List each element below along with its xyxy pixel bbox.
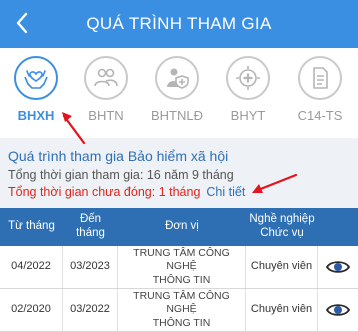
column-header-unit: Đơn vị	[165, 220, 199, 233]
view-detail-button[interactable]	[318, 289, 358, 331]
tab-bhxh[interactable]: BHXH	[6, 56, 66, 132]
back-button[interactable]	[8, 8, 36, 38]
cell-position: Chuyên viên	[246, 289, 318, 331]
tab-label: C14-TS	[297, 108, 343, 123]
participation-summary: Quá trình tham gia Bảo hiểm xã hội Tổng …	[0, 138, 358, 208]
chevron-left-icon	[16, 12, 28, 34]
cell-unit-line1: TRUNG TÂM CÔNG NGHỆ	[133, 290, 230, 316]
detail-link[interactable]: Chi tiết	[206, 185, 245, 199]
column-header-job: Nghề nghiệp Chức vụ	[246, 208, 318, 246]
total-participation-time: Tổng thời gian tham gia: 16 năm 9 tháng	[8, 168, 234, 182]
cell-unit-line1: TRUNG TÂM CÔNG NGHỆ	[133, 247, 230, 273]
eye-icon	[326, 304, 350, 316]
cell-to-month: 03/2022	[63, 289, 118, 331]
view-detail-button[interactable]	[318, 246, 358, 288]
cell-to-month: 03/2023	[63, 246, 118, 288]
column-header-job-line1: Nghề nghiệp	[249, 213, 315, 226]
cell-from-month: 02/2020	[0, 289, 63, 331]
app-header: QUÁ TRÌNH THAM GIA	[0, 0, 358, 48]
summary-title: Quá trình tham gia Bảo hiểm xã hội	[8, 148, 229, 164]
cell-unit: TRUNG TÂM CÔNG NGHỆ THÔNG TIN	[118, 246, 246, 288]
cell-position: Chuyên viên	[246, 246, 318, 288]
column-header-to-month: Đến tháng	[63, 208, 118, 246]
medical-cross-icon	[236, 66, 260, 90]
hands-heart-icon	[24, 70, 48, 89]
total-unpaid-row: Tổng thời gian chưa đóng: 1 tháng Chi tiế…	[8, 185, 350, 199]
tab-bhtnld[interactable]: BHTNLĐ	[147, 56, 207, 132]
tab-icon-circle	[14, 56, 58, 100]
tab-icon-circle	[155, 56, 199, 100]
table-header: Từ tháng Đến tháng Đơn vị Nghề nghiệp Ch…	[0, 208, 358, 246]
tab-icon-circle	[84, 56, 128, 100]
tab-label: BHTNLĐ	[150, 108, 203, 123]
cell-unit-line2: THÔNG TIN	[152, 316, 211, 329]
tab-bhyt[interactable]: BHYT	[218, 56, 278, 132]
worker-shield-icon	[167, 68, 189, 89]
tab-icon-circle	[226, 56, 270, 100]
eye-icon	[326, 261, 350, 273]
column-header-view	[318, 208, 358, 246]
insurance-type-tabs: BHXH BHTN BHTNLĐ BHYT C14-TS	[0, 50, 358, 134]
people-icon	[94, 68, 118, 87]
cell-unit: TRUNG TÂM CÔNG NGHỆ THÔNG TIN	[118, 289, 246, 331]
column-header-job-line2: Chức vụ	[260, 227, 304, 239]
column-header-to-month-line2: tháng	[76, 227, 105, 239]
column-header-to-month-line1: Đến	[79, 213, 102, 226]
cell-from-month: 04/2022	[0, 246, 63, 288]
tab-label: BHTN	[88, 108, 124, 123]
table-row[interactable]: 02/2020 03/2022 TRUNG TÂM CÔNG NGHỆ THÔN…	[0, 289, 358, 332]
page-title: QUÁ TRÌNH THAM GIA	[86, 14, 272, 33]
cell-unit-line2: THÔNG TIN	[152, 273, 211, 286]
document-icon	[313, 67, 328, 89]
tab-label: BHXH	[17, 108, 55, 123]
total-unpaid-time: Tổng thời gian chưa đóng: 1 tháng	[8, 185, 201, 199]
table-row[interactable]: 04/2022 03/2023 TRUNG TÂM CÔNG NGHỆ THÔN…	[0, 246, 358, 289]
tab-bhtn[interactable]: BHTN	[76, 56, 136, 132]
tab-c14-ts[interactable]: C14-TS	[290, 56, 350, 132]
tab-icon-circle	[298, 56, 342, 100]
tab-label: BHYT	[230, 108, 266, 123]
column-header-from-month: Từ tháng	[8, 220, 55, 233]
